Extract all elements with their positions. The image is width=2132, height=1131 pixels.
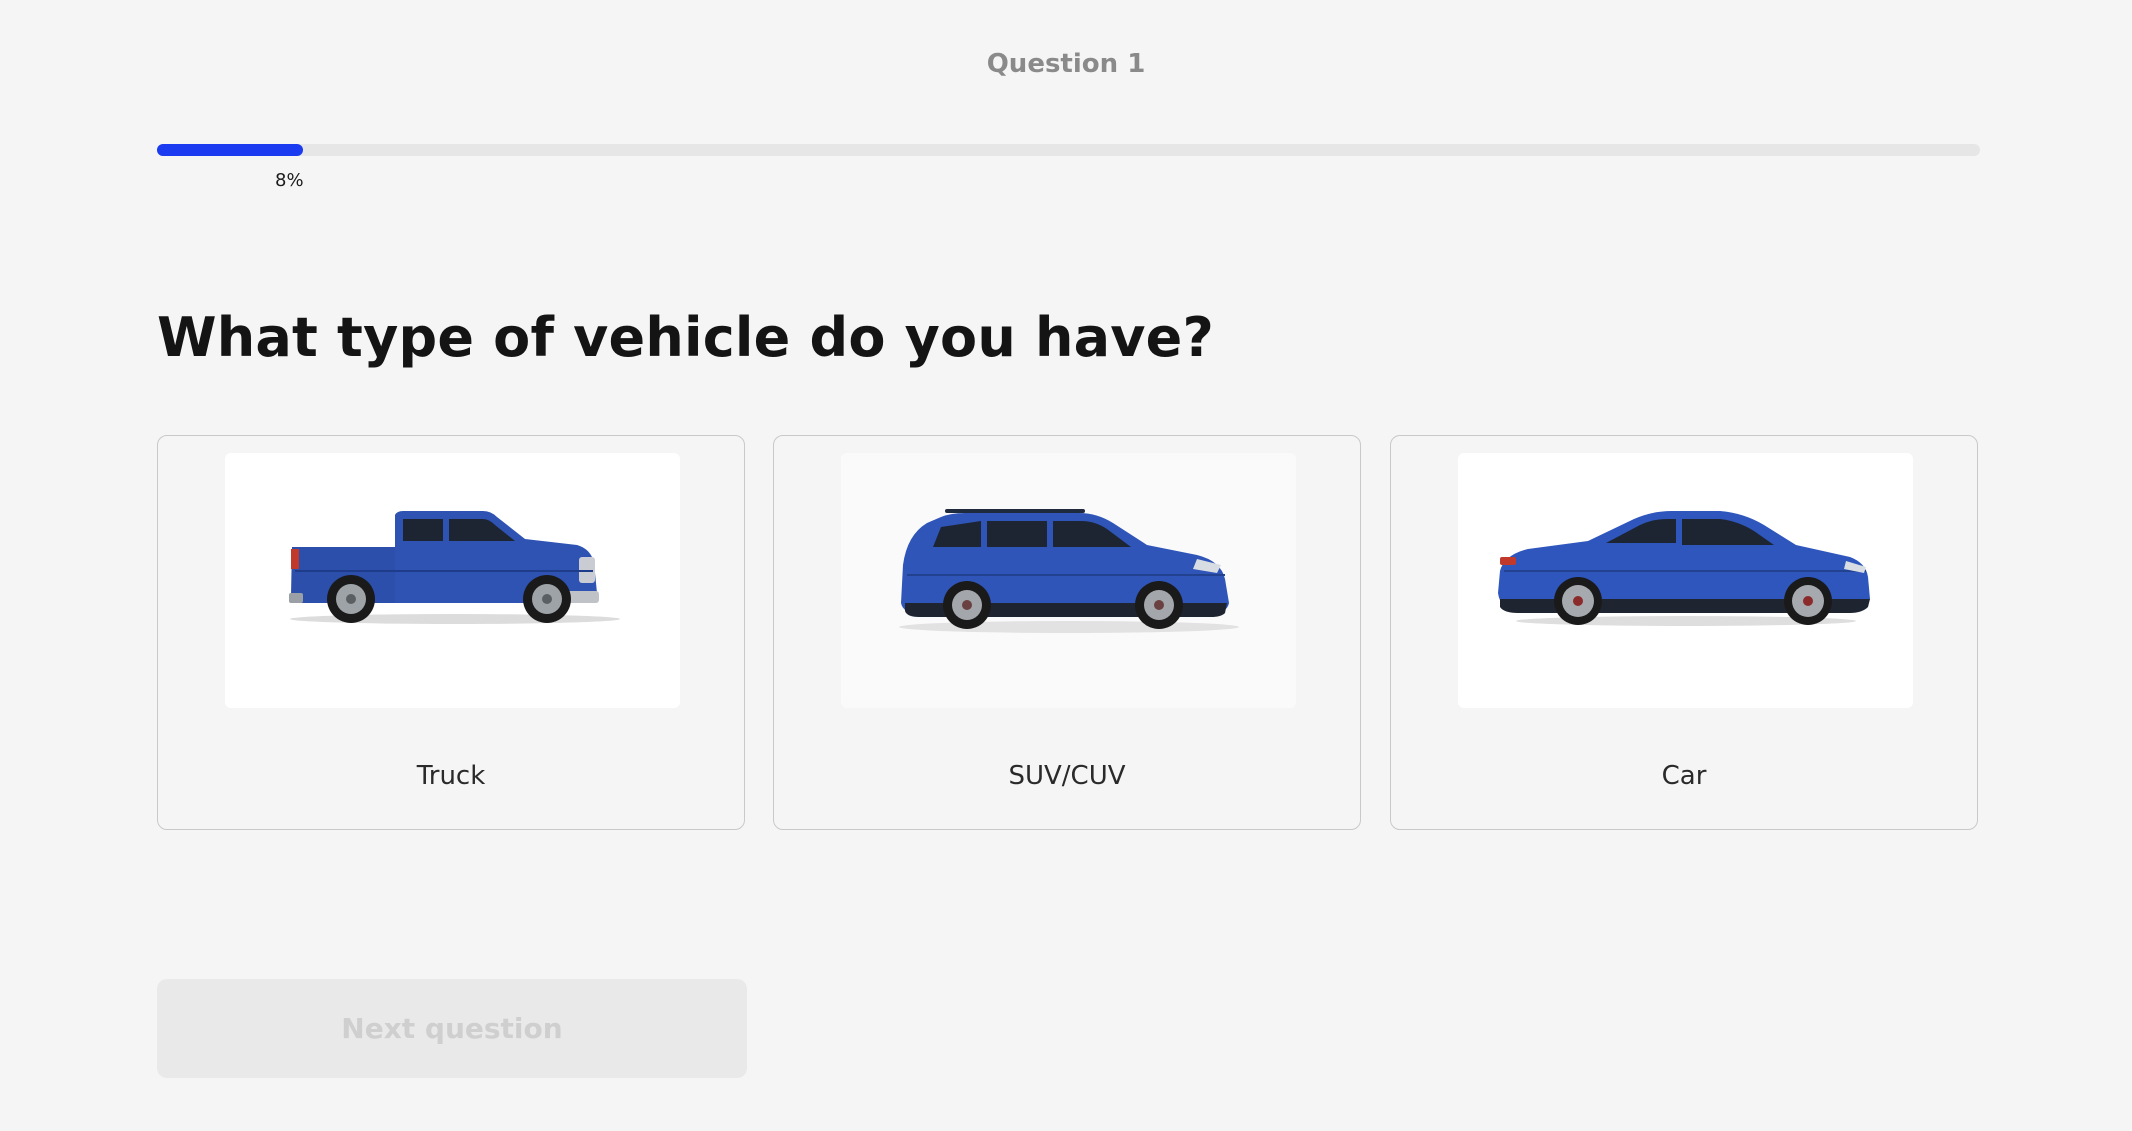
progress-track: [157, 144, 1980, 156]
question-title: What type of vehicle do you have?: [157, 306, 1214, 369]
car-image: [1458, 453, 1913, 708]
quiz-page: Question 1 8% What type of vehicle do yo…: [0, 0, 2132, 1131]
progress-fill: [157, 144, 303, 156]
option-suv[interactable]: SUV/CUV: [773, 435, 1361, 830]
next-question-button[interactable]: Next question: [157, 979, 747, 1078]
progress-percent: 8%: [275, 170, 304, 191]
option-truck[interactable]: Truck: [157, 435, 745, 830]
suv-icon: [899, 509, 1239, 633]
progress-bar: [157, 144, 1980, 156]
option-label: Car: [1661, 761, 1707, 791]
option-car[interactable]: Car: [1390, 435, 1978, 830]
vehicle-options: Truck SUV/CUV Car: [157, 435, 1980, 832]
pickup-truck-icon: [289, 511, 620, 624]
question-counter: Question 1: [986, 49, 1146, 79]
truck-image: [225, 453, 680, 708]
sedan-icon: [1498, 511, 1870, 626]
option-label: Truck: [416, 761, 486, 791]
option-label: SUV/CUV: [1008, 761, 1126, 791]
suv-image: [841, 453, 1296, 708]
